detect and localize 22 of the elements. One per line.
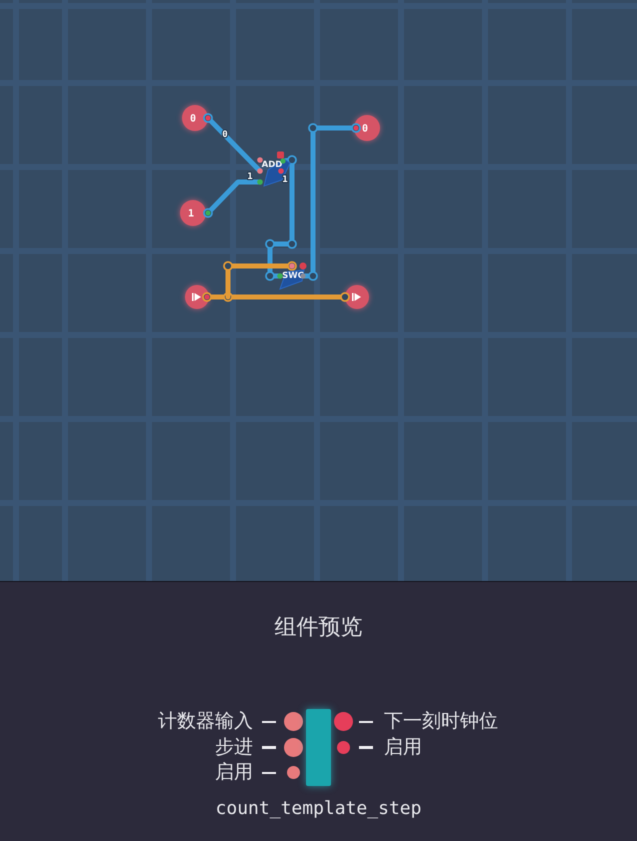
pin-label: 启用 [215,760,253,786]
panel-title: 组件预览 [274,614,362,642]
pin-label: 下一刻时钟位 [384,709,498,734]
alert-badge-icon [277,152,284,158]
wire-label: 1 [282,175,288,185]
wire-label: 0 [222,130,228,140]
pin-label: 步进 [215,734,253,760]
alert-badge-icon [300,262,306,270]
pin-dot-icon [284,738,303,757]
value-pin: 1 [180,200,206,226]
component-name: count_template_step [216,798,422,820]
pin-dot-icon [287,766,300,780]
pin-dot-icon [337,740,350,754]
pin-label: 计数器输入 [158,709,253,734]
wire [203,113,262,174]
pin-dot-icon [334,712,353,732]
wire-label: 1 [247,172,253,182]
pin-label: 启用 [384,734,422,760]
bar-triangle-icon [192,293,201,301]
pin-dot-icon [284,712,303,732]
bar-triangle-icon [352,293,361,301]
value-pin: 0 [182,105,208,131]
